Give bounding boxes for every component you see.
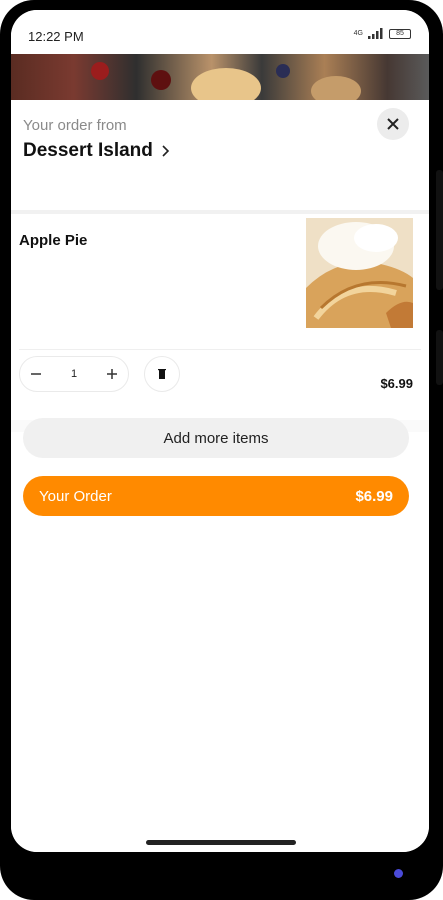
minus-icon[interactable] (30, 368, 42, 380)
status-time: 12:22 PM (28, 29, 84, 44)
cart-item-name: Apple Pie (19, 232, 88, 249)
phone-frame: 12:22 PM 4G 85 Your order from Dessert I… (0, 0, 443, 900)
banner-berry (276, 64, 290, 78)
restaurant-banner (11, 54, 429, 108)
banner-berry (91, 62, 109, 80)
battery-level: 85 (396, 29, 404, 37)
close-button[interactable] (377, 108, 409, 140)
quantity-stepper: 1 (19, 356, 129, 392)
quantity-value: 1 (70, 368, 78, 380)
order-button-label: Your Order (39, 487, 112, 505)
restaurant-link[interactable]: Dessert Island (23, 140, 170, 162)
assistant-dot-icon (394, 869, 403, 878)
item-price: $6.99 (380, 376, 413, 391)
divider (19, 349, 421, 350)
order-total: $6.99 (355, 487, 393, 505)
restaurant-name: Dessert Island (23, 140, 153, 161)
banner-berry (151, 70, 171, 90)
your-order-button[interactable]: Your Order $6.99 (23, 476, 409, 516)
apple-pie-image (306, 218, 413, 328)
chevron-right-icon (162, 145, 170, 157)
add-more-items-label: Add more items (163, 429, 269, 447)
home-indicator[interactable] (146, 840, 296, 845)
battery-icon: 85 (389, 28, 411, 39)
cart-item-image (306, 218, 413, 328)
order-from-label: Your order from (23, 117, 127, 134)
add-more-items-button[interactable]: Add more items (23, 418, 409, 458)
plus-icon[interactable] (106, 368, 118, 380)
signal-icon (368, 28, 383, 39)
status-bar: 12:22 PM 4G 85 (11, 10, 429, 54)
divider (11, 210, 429, 214)
delete-item-button[interactable] (144, 356, 180, 392)
screen: 12:22 PM 4G 85 Your order from Dessert I… (11, 10, 429, 852)
network-label: 4G (353, 30, 363, 37)
volume-button (436, 170, 443, 290)
trash-icon (158, 369, 166, 379)
close-icon (387, 118, 399, 130)
power-button (436, 330, 443, 385)
status-icons: 4G 85 (354, 28, 411, 39)
